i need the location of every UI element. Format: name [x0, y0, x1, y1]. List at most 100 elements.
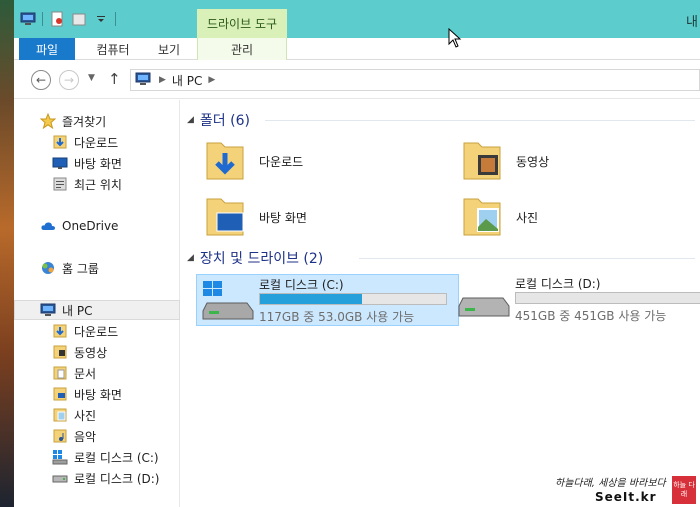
desktop-icon [52, 155, 68, 171]
forward-button[interactable]: → [59, 70, 79, 90]
music-folder-icon [52, 428, 68, 444]
ribbon-tab-bar: 파일 컴퓨터 보기 관리 [14, 38, 700, 60]
group-header-label: 폴더 (6) [199, 113, 250, 129]
folder-tile-downloads[interactable]: 다운로드 [187, 135, 427, 187]
tab-computer[interactable]: 컴퓨터 [82, 38, 144, 60]
folder-tile-pictures[interactable]: 사진 [444, 191, 684, 243]
pictures-folder-icon [458, 193, 506, 241]
nav-item-label: 사진 [74, 408, 97, 423]
windows-drive-icon [201, 279, 257, 323]
drive-free-space: 117GB 중 53.0GB 사용 가능 [259, 310, 415, 324]
new-folder-icon[interactable] [71, 11, 87, 27]
breadcrumb-chevron-icon[interactable]: ▶ [208, 75, 215, 85]
hard-drive-icon [52, 470, 68, 486]
computer-icon[interactable] [20, 11, 36, 27]
nav-item-desktop[interactable]: 바탕 화면 [14, 153, 180, 173]
nav-item-documents[interactable]: 문서 [14, 363, 180, 383]
navigation-pane: 즐겨찾기 다운로드 바탕 화면 최근 위치 OneDrive 홈 그룹 내 PC… [14, 100, 180, 507]
arrow-right-icon: → [63, 73, 75, 87]
nav-item-label: 문서 [74, 366, 97, 381]
documents-folder-icon [52, 365, 68, 381]
watermark: 하늘다래, 세상을 바라보다 SeeIt.kr 하늘 다래 [555, 472, 700, 507]
desktop-folder-icon [52, 386, 68, 402]
properties-icon[interactable] [49, 11, 65, 27]
breadcrumb-this-pc[interactable]: 내 PC [172, 72, 202, 89]
folder-tile-videos[interactable]: 동영상 [444, 135, 684, 187]
toolbar-separator [115, 12, 116, 26]
nav-item-drive-d[interactable]: 로컬 디스크 (D:) [14, 468, 180, 488]
tab-file[interactable]: 파일 [19, 38, 75, 60]
downloads-folder-icon [52, 323, 68, 339]
nav-item-label: 즐겨찾기 [62, 114, 107, 129]
nav-item-label: 로컬 디스크 (C:) [74, 450, 159, 465]
group-divider [265, 120, 695, 121]
mouse-cursor-icon [448, 28, 462, 48]
nav-item-label: OneDrive [62, 219, 119, 233]
tab-view[interactable]: 보기 [144, 38, 194, 60]
computer-icon [135, 72, 153, 89]
nav-item-label: 최근 위치 [74, 177, 122, 192]
drive-usage-bar [259, 293, 447, 305]
nav-item-this-pc[interactable]: 내 PC [14, 300, 180, 320]
back-button[interactable]: ← [31, 70, 51, 90]
navigation-bar: ← → ▼ ↑ ▶ 내 PC ▶ [14, 61, 700, 99]
up-button[interactable]: ↑ [108, 70, 121, 88]
downloads-folder-icon [201, 137, 249, 185]
address-bar[interactable]: ▶ 내 PC ▶ [130, 69, 700, 91]
drive-tile-c[interactable]: 로컬 디스크 (C:) 117GB 중 53.0GB 사용 가능 [196, 274, 459, 326]
drive-name: 로컬 디스크 (D:) [515, 277, 601, 291]
nav-item-pictures[interactable]: 사진 [14, 405, 180, 425]
homegroup-icon [40, 260, 56, 276]
content-pane: ◢ 폴더 (6) 다운로드 동영상 바탕 화면 사진 ◢ 장치 및 드라이브 (… [181, 100, 700, 507]
watermark-badge: 하늘 다래 [672, 476, 696, 504]
drive-name: 로컬 디스크 (C:) [259, 278, 344, 292]
file-explorer-window: 드라이브 도구 내 파일 컴퓨터 보기 관리 ← → ▼ ↑ ▶ 내 PC ▶ [14, 0, 700, 507]
title-bar: 드라이브 도구 내 [14, 0, 700, 38]
arrow-left-icon: ← [35, 73, 47, 87]
drive-tile-d[interactable]: 로컬 디스크 (D:) 451GB 중 451GB 사용 가능 [453, 274, 700, 326]
nav-item-videos[interactable]: 동영상 [14, 342, 180, 362]
windows-drive-icon [52, 449, 68, 465]
folder-label: 동영상 [516, 154, 550, 169]
nav-item-label: 동영상 [74, 345, 108, 360]
drive-free-space: 451GB 중 451GB 사용 가능 [515, 309, 667, 323]
drive-usage-bar [515, 292, 700, 304]
tab-manage[interactable]: 관리 [197, 38, 287, 60]
nav-item-label: 다운로드 [74, 324, 119, 339]
nav-item-onedrive[interactable]: OneDrive [14, 216, 180, 236]
window-title: 내 [686, 15, 698, 30]
nav-item-recent-places[interactable]: 최근 위치 [14, 174, 180, 194]
quick-access-toolbar [20, 11, 116, 27]
nav-item-drive-c[interactable]: 로컬 디스크 (C:) [14, 447, 180, 467]
downloads-folder-icon [52, 134, 68, 150]
recent-places-icon [52, 176, 68, 192]
folders-group-header[interactable]: ◢ 폴더 (6) [187, 110, 250, 130]
group-header-label: 장치 및 드라이브 (2) [199, 251, 324, 267]
nav-item-label: 홈 그룹 [62, 261, 99, 276]
nav-item-downloads[interactable]: 다운로드 [14, 132, 180, 152]
nav-item-favorites[interactable]: 즐겨찾기 [14, 111, 180, 131]
nav-item-music[interactable]: 음악 [14, 426, 180, 446]
folder-tile-desktop[interactable]: 바탕 화면 [187, 191, 427, 243]
watermark-site: SeeIt.kr [595, 490, 657, 504]
collapse-triangle-icon: ◢ [187, 115, 194, 125]
pictures-folder-icon [52, 407, 68, 423]
recent-locations-dropdown[interactable]: ▼ [88, 73, 95, 83]
desktop-wallpaper [0, 0, 14, 507]
videos-folder-icon [52, 344, 68, 360]
folder-label: 다운로드 [259, 154, 304, 169]
nav-item-pc-downloads[interactable]: 다운로드 [14, 321, 180, 341]
nav-item-label: 다운로드 [74, 135, 119, 150]
nav-item-pc-desktop[interactable]: 바탕 화면 [14, 384, 180, 404]
chevron-down-icon[interactable] [93, 11, 109, 27]
drive-info: 로컬 디스크 (C:) 117GB 중 53.0GB 사용 가능 [259, 276, 447, 325]
nav-item-label: 로컬 디스크 (D:) [74, 471, 160, 486]
breadcrumb-chevron-icon[interactable]: ▶ [159, 75, 166, 85]
drives-group-header[interactable]: ◢ 장치 및 드라이브 (2) [187, 248, 323, 268]
desktop-folder-icon [201, 193, 249, 241]
hard-drive-icon [457, 278, 513, 322]
cloud-icon [40, 218, 56, 234]
nav-item-homegroup[interactable]: 홈 그룹 [14, 258, 180, 278]
drive-info: 로컬 디스크 (D:) 451GB 중 451GB 사용 가능 [515, 275, 700, 324]
drive-usage-fill [260, 294, 363, 304]
